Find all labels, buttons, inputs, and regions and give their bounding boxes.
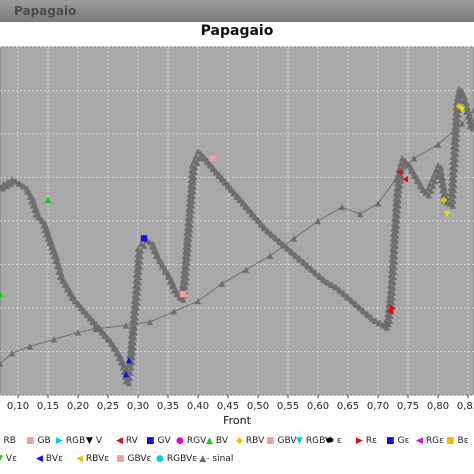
legend-label: RBVε	[85, 454, 110, 464]
legend-swatch-icon: -▲-	[196, 454, 210, 464]
legend-swatch-icon: ◀	[76, 454, 83, 464]
x-tick-label: 0,65	[337, 401, 359, 412]
legend-swatch-icon: ■	[266, 436, 275, 446]
legend-swatch-icon: ●	[156, 454, 164, 464]
x-tick-label: 0,30	[127, 401, 149, 412]
x-tick-label: 0,60	[307, 401, 329, 412]
legend-item: ■ GV	[146, 436, 171, 446]
legend-item: ■ GB	[26, 436, 51, 446]
legend-item: ● RGV	[176, 436, 206, 446]
legend-label: RGBVε	[166, 454, 198, 464]
x-tick-label: 0,45	[217, 401, 239, 412]
series-point-GV	[140, 235, 148, 242]
legend-swatch-icon: ▲	[206, 436, 213, 446]
legend-item: ⬬ ε	[326, 436, 342, 446]
chart-plot: 0,10 0,15 0,20 0,25 0,30 0,35 0,40 0,45 0,50 0,55…	[0, 46, 474, 427]
legend-swatch-icon: ◀	[416, 436, 423, 446]
legend-swatch-icon: ◀	[116, 436, 123, 446]
legend-item: ◀ BVε	[36, 454, 63, 464]
legend-label: RV	[125, 436, 138, 446]
legend-label: Gε	[397, 436, 410, 446]
legend-swatch-icon: ■	[116, 454, 125, 464]
legend-label: BVε	[45, 454, 63, 464]
legend-item: ■ Bε	[446, 436, 469, 446]
legend-label: RGε	[425, 436, 445, 446]
legend-label: GBV	[277, 436, 297, 446]
legend-item: ▶ RGB	[56, 436, 85, 446]
legend-swatch-icon: ⬬	[326, 436, 334, 446]
legend-item: ▼Vε	[0, 454, 17, 464]
legend-label: GV	[157, 436, 171, 446]
legend-item: ▾RB	[0, 436, 16, 446]
x-tick-label: 0,50	[247, 401, 269, 412]
series-point-GBV	[209, 155, 217, 162]
x-tick-label: 0,15	[37, 401, 59, 412]
legend-swatch-icon: ▶	[56, 436, 63, 446]
legend-label: ε	[336, 436, 342, 446]
legend-label: RB	[3, 436, 16, 446]
x-tick-label: 0,70	[367, 401, 389, 412]
legend-label: GBVε	[127, 454, 152, 464]
legend-item: ◀ RV	[116, 436, 138, 446]
series-point-GBV	[179, 290, 187, 298]
legend-item: ■ GBVε	[116, 454, 151, 464]
legend-item: ▼ V	[86, 436, 102, 446]
legend-item: -▲- sinal	[196, 454, 233, 464]
legend-label: Rε	[365, 436, 378, 446]
legend-label: Vε	[5, 454, 17, 464]
x-axis-label: Front	[223, 414, 252, 427]
legend-swatch-icon: ▼	[0, 454, 3, 464]
x-tick-label: 0,40	[187, 401, 209, 412]
legend-swatch-icon: ■	[26, 436, 35, 446]
legend-swatch-icon: ●	[176, 436, 184, 446]
legend-label: Bε	[457, 436, 469, 446]
legend-label: RGB	[65, 436, 86, 446]
legend-label: BV	[215, 436, 228, 446]
x-tick-label: 0,35	[157, 401, 179, 412]
legend-swatch-icon: ◀	[36, 454, 43, 464]
x-tick-label: 0,80	[427, 401, 449, 412]
legend-swatch-icon: ■	[386, 436, 395, 446]
legend-item: ▲ BV	[206, 436, 228, 446]
legend-item: ▶ Rε	[356, 436, 377, 446]
legend-swatch-icon: ◆	[236, 436, 243, 446]
legend-item: ● RGBVε	[156, 454, 197, 464]
legend-label: RGV	[186, 436, 207, 446]
legend-label: V	[95, 436, 103, 446]
legend-label: RBV	[245, 436, 265, 446]
legend-swatch-icon: ▼	[86, 436, 93, 446]
legend-swatch-icon: ▾	[0, 436, 1, 446]
legend: ▾RB■GB▶RGB▼V◀RV■GV●RGV▲BV◆RBV■GBV▼RGBV⬬ε…	[0, 432, 474, 474]
legend-item: ■ GBV	[266, 436, 297, 446]
x-tick-label: 0,20	[67, 401, 89, 412]
legend-item: ◀ RBVε	[76, 454, 109, 464]
legend-swatch-icon: ▼	[296, 436, 303, 446]
legend-label: sinal	[212, 454, 234, 464]
legend-swatch-icon: ■	[446, 436, 455, 446]
legend-item: ◆ RBV	[236, 436, 264, 446]
x-tick-label: 0,75	[397, 401, 419, 412]
legend-item: ■ Gε	[386, 436, 409, 446]
x-tick-label: 0,55	[277, 401, 299, 412]
legend-swatch-icon: ■	[146, 436, 155, 446]
legend-item: ◀ RGε	[416, 436, 444, 446]
legend-swatch-icon: ▶	[356, 436, 363, 446]
x-tick-label: 0,25	[97, 401, 119, 412]
x-tick-label: 0,85	[457, 401, 474, 412]
legend-label: GB	[37, 436, 51, 446]
x-tick-label: 0,10	[7, 401, 29, 412]
